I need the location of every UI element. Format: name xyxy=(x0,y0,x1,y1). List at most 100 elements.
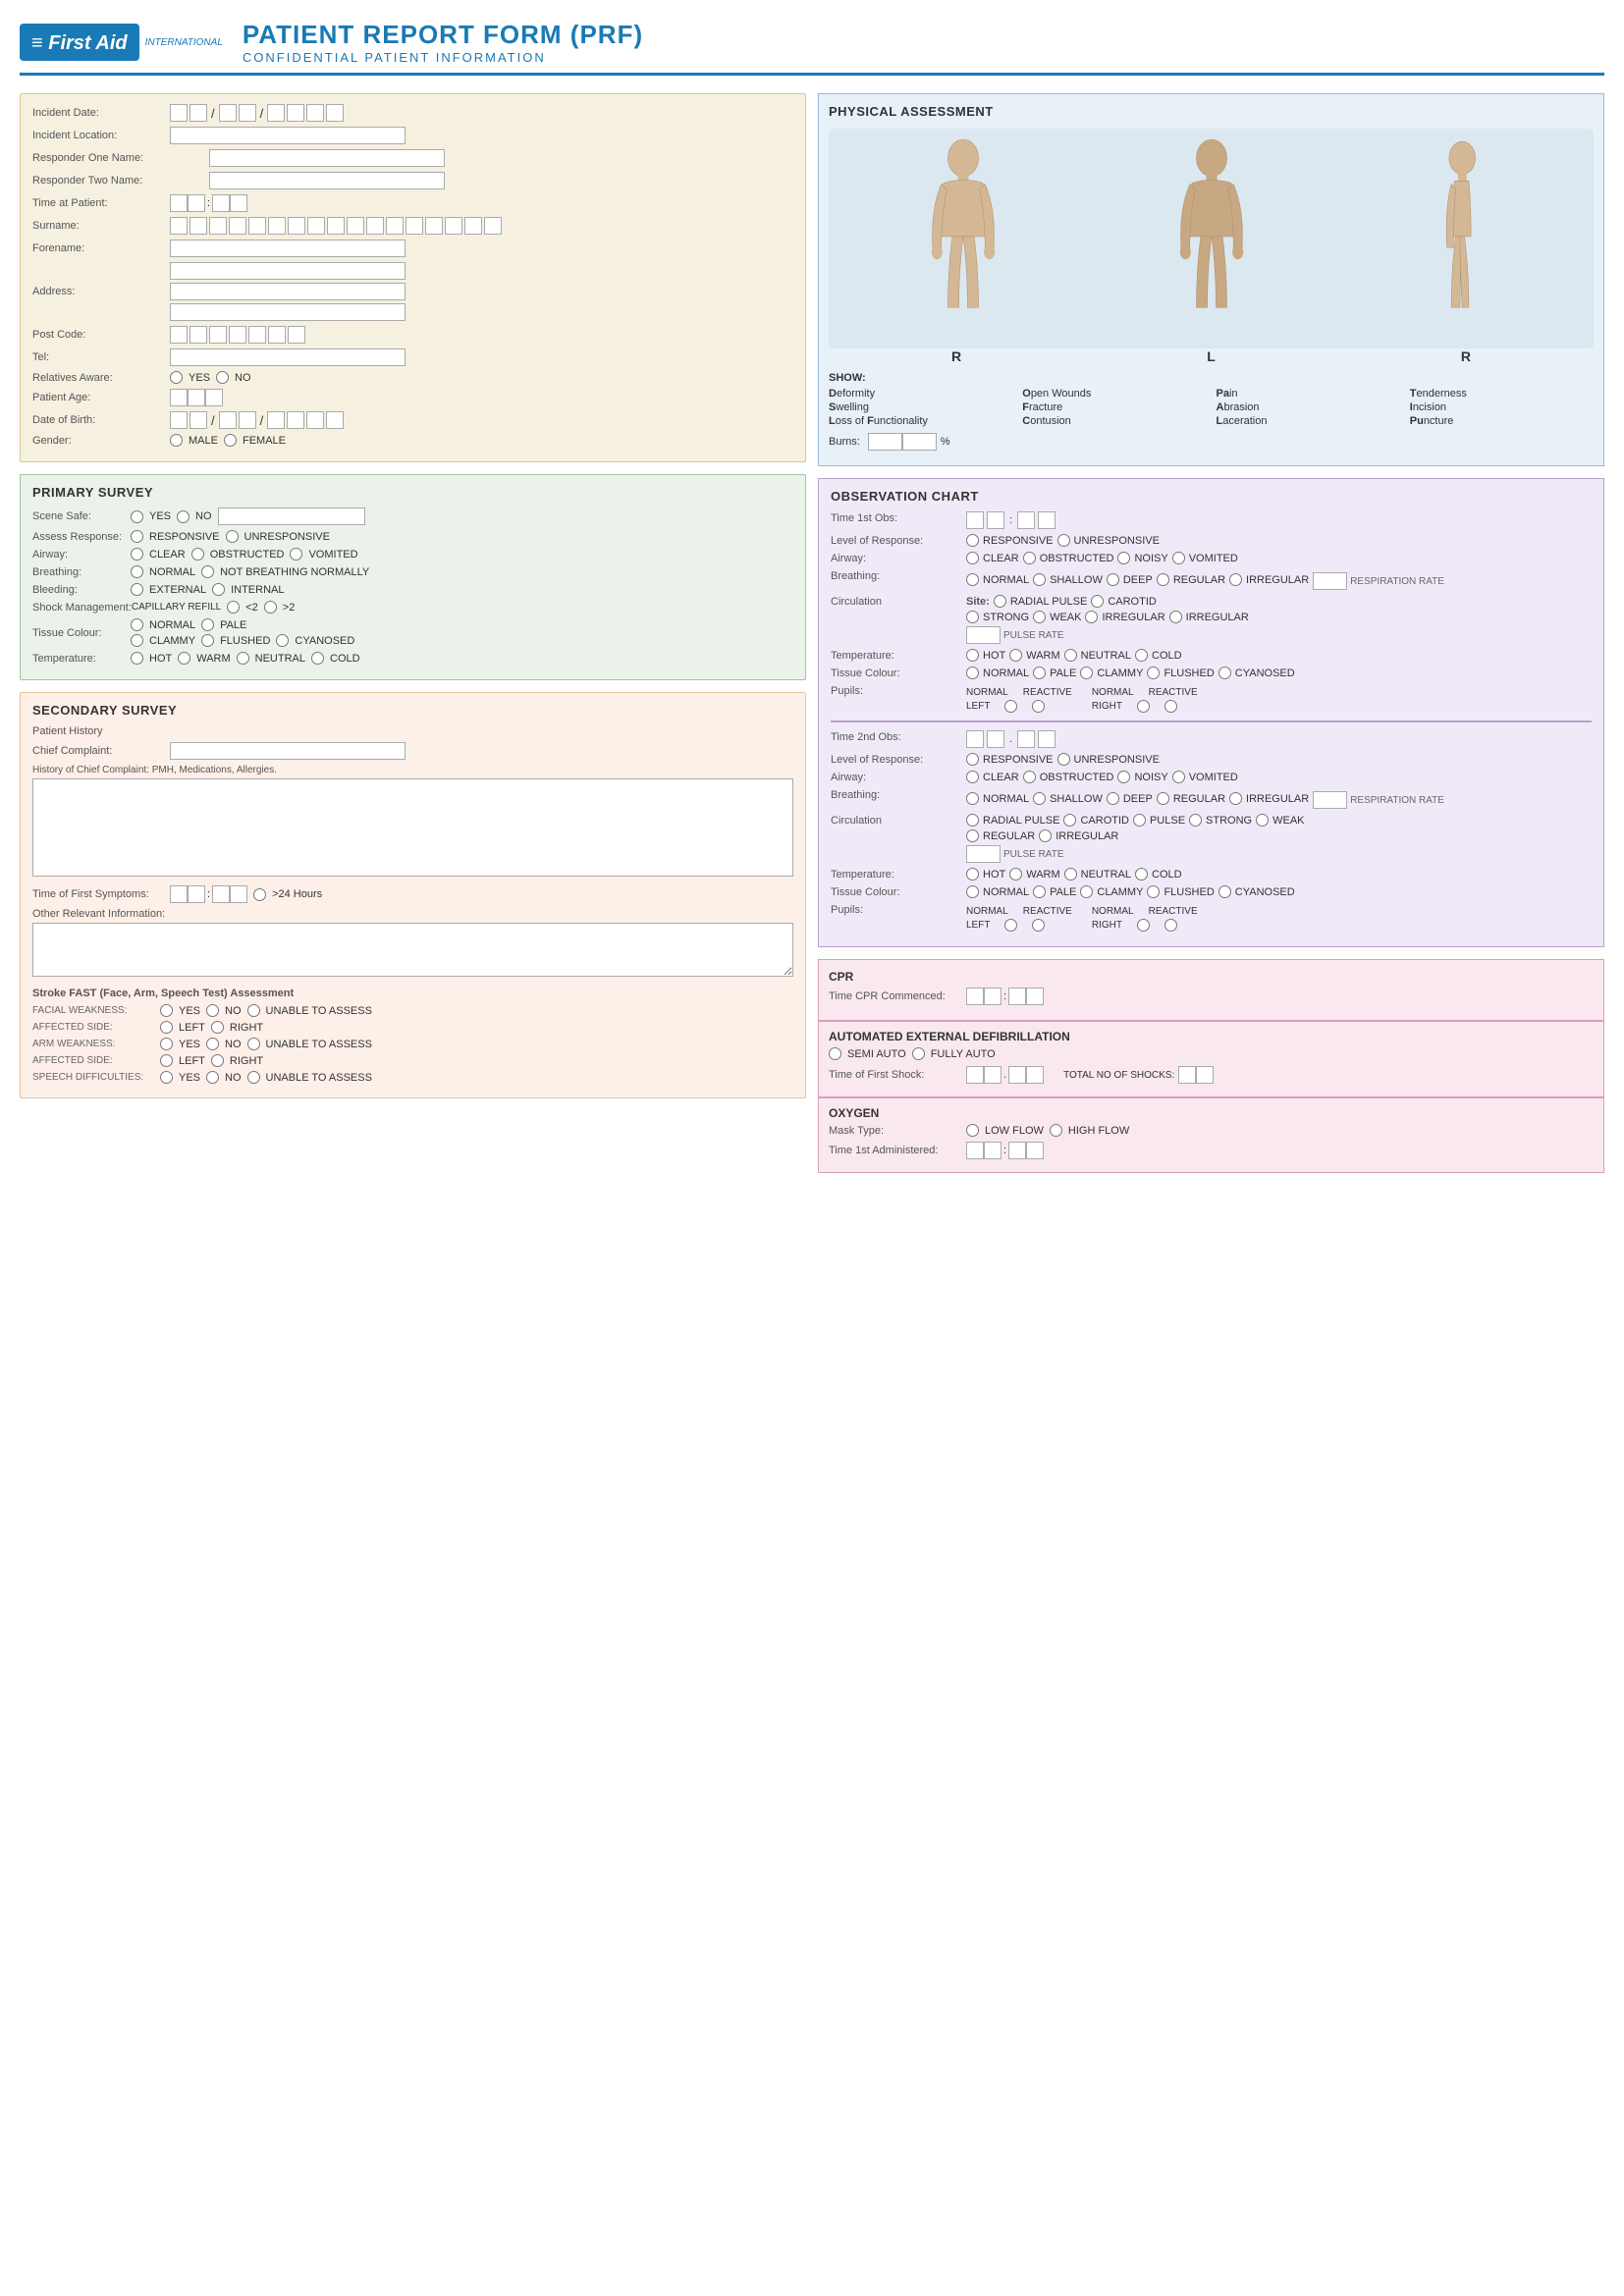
burns-input1[interactable] xyxy=(868,433,902,451)
tissue-flushed-radio[interactable] xyxy=(201,634,214,647)
incident-date-label: Incident Date: xyxy=(32,107,170,119)
scene-yes-radio[interactable] xyxy=(131,510,143,523)
physical-assessment-section: PHYSICAL ASSESSMENT xyxy=(818,93,1604,466)
tissue-colour-row-ps: Tissue Colour: NORMAL PALE CLAMMY FLUSHE… xyxy=(32,618,793,647)
show-loss: Loss of Functionality xyxy=(829,415,1012,427)
phys-assess-title: PHYSICAL ASSESSMENT xyxy=(829,104,1594,119)
tissue-colour-2-label: Tissue Colour: xyxy=(831,885,958,898)
relatives-yes-radio[interactable] xyxy=(170,371,183,384)
tissue-pale-radio[interactable] xyxy=(201,618,214,631)
gender-female-radio[interactable] xyxy=(224,434,237,447)
tissue-clammy-radio[interactable] xyxy=(131,634,143,647)
facial-weakness-label: FACIAL WEAKNESS: xyxy=(32,1005,160,1016)
front-figure xyxy=(904,138,1022,339)
high-flow-radio[interactable] xyxy=(1050,1124,1062,1137)
resp-rate-2[interactable] xyxy=(1313,791,1347,809)
temp-warm-radio[interactable] xyxy=(178,652,190,665)
label-r2: R xyxy=(1461,348,1471,364)
tissue-normal-radio[interactable] xyxy=(131,618,143,631)
bleeding-label: Bleeding: xyxy=(32,584,131,596)
temp-cold-radio[interactable] xyxy=(311,652,324,665)
age-2[interactable] xyxy=(188,389,205,406)
gender-male-radio[interactable] xyxy=(170,434,183,447)
shock-less2-radio[interactable] xyxy=(227,601,240,614)
label-r1: R xyxy=(951,348,961,364)
pulse-rate-2[interactable] xyxy=(966,845,1001,863)
dob-label: Date of Birth: xyxy=(32,414,170,426)
time-m2[interactable] xyxy=(230,194,247,212)
shock-label: Shock Management: xyxy=(32,602,132,614)
burns-input2[interactable] xyxy=(902,433,937,451)
address-line1[interactable] xyxy=(170,262,406,280)
low-flow-radio[interactable] xyxy=(966,1124,979,1137)
level-response-1-options: RESPONSIVE UNRESPONSIVE xyxy=(966,534,1592,547)
date-y2[interactable] xyxy=(287,104,304,122)
show-incision: Incision xyxy=(1410,401,1594,413)
temp-neutral-radio[interactable] xyxy=(237,652,249,665)
pulse-rate-1[interactable] xyxy=(966,626,1001,644)
postcode-label: Post Code: xyxy=(32,329,170,341)
show-abrasion: Abrasion xyxy=(1217,401,1400,413)
age-3[interactable] xyxy=(205,389,223,406)
affected-side1-radio: LEFT RIGHT xyxy=(160,1021,263,1034)
tel-row: Tel: xyxy=(32,348,793,366)
main-grid: Incident Date: / / Incident Location: xyxy=(20,93,1604,1173)
semi-auto-radio[interactable] xyxy=(829,1047,841,1060)
hours24-radio[interactable] xyxy=(253,888,266,901)
incident-location-input[interactable] xyxy=(170,127,406,144)
responder-two-input[interactable] xyxy=(209,172,445,189)
date-d1[interactable] xyxy=(170,104,188,122)
rlr-labels: R L R xyxy=(829,348,1594,364)
other-info-textarea[interactable] xyxy=(32,923,793,977)
airway-clear-radio[interactable] xyxy=(131,548,143,561)
time-h1[interactable] xyxy=(170,194,188,212)
time-1st-obs-label: Time 1st Obs: xyxy=(831,511,958,524)
pupils-1-row: Pupils: NORMAL REACTIVE LEFT xyxy=(831,684,1592,713)
breathing-normal-radio[interactable] xyxy=(131,565,143,578)
time-h2[interactable] xyxy=(188,194,205,212)
assess-responsive-radio[interactable] xyxy=(131,530,143,543)
tissue-cyanosed-radio[interactable] xyxy=(276,634,289,647)
airway-row-ps: Airway: CLEAR OBSTRUCTED VOMITED xyxy=(32,548,793,561)
responder-one-input[interactable] xyxy=(209,149,445,167)
chief-complaint-input[interactable] xyxy=(170,742,406,760)
chief-complaint-row: Chief Complaint: xyxy=(32,742,793,760)
arm-weakness-radio: YES NO UNABLE TO ASSESS xyxy=(160,1038,372,1050)
tel-input[interactable] xyxy=(170,348,406,366)
bleeding-external-radio[interactable] xyxy=(131,583,143,596)
history-textarea[interactable] xyxy=(32,778,793,877)
date-y3[interactable] xyxy=(306,104,324,122)
time-m1[interactable] xyxy=(212,194,230,212)
airway-obstructed-radio[interactable] xyxy=(191,548,204,561)
airway-vomited-radio[interactable] xyxy=(290,548,302,561)
header-title: PATIENT REPORT FORM (PRF) CONFIDENTIAL P… xyxy=(243,20,643,65)
first-shock-row: Time of First Shock: . TOTAL NO OF SHOCK… xyxy=(829,1066,1594,1084)
assess-unresponsive-radio[interactable] xyxy=(226,530,239,543)
address-line3[interactable] xyxy=(170,303,406,321)
bleeding-internal-radio[interactable] xyxy=(212,583,225,596)
pupils-2-options: NORMAL REACTIVE LEFT NORMAL xyxy=(966,903,1592,932)
shock-more2-radio[interactable] xyxy=(264,601,277,614)
date-y1[interactable] xyxy=(267,104,285,122)
airway-1-row: Airway: CLEAR OBSTRUCTED NOISY VOMITED xyxy=(831,552,1592,564)
date-y4[interactable] xyxy=(326,104,344,122)
relatives-no-radio[interactable] xyxy=(216,371,229,384)
date-d2[interactable] xyxy=(189,104,207,122)
date-m1[interactable] xyxy=(219,104,237,122)
fully-auto-radio[interactable] xyxy=(912,1047,925,1060)
scene-safe-input[interactable] xyxy=(218,507,365,525)
show-tenderness: Tenderness xyxy=(1410,388,1594,400)
temp-hot-radio[interactable] xyxy=(131,652,143,665)
age-1[interactable] xyxy=(170,389,188,406)
show-swelling: Swelling xyxy=(829,401,1012,413)
date-m2[interactable] xyxy=(239,104,256,122)
resp-rate-1[interactable] xyxy=(1313,572,1347,590)
scene-no-radio[interactable] xyxy=(177,510,189,523)
address-line2[interactable] xyxy=(170,283,406,300)
breathing-not-normal-radio[interactable] xyxy=(201,565,214,578)
assess-response-radio: RESPONSIVE UNRESPONSIVE xyxy=(131,530,330,543)
relatives-aware-label: Relatives Aware: xyxy=(32,372,170,384)
forename-input[interactable] xyxy=(170,240,406,257)
level-response-1-label: Level of Response: xyxy=(831,534,958,547)
tissue-colour-label-ps: Tissue Colour: xyxy=(32,627,131,639)
